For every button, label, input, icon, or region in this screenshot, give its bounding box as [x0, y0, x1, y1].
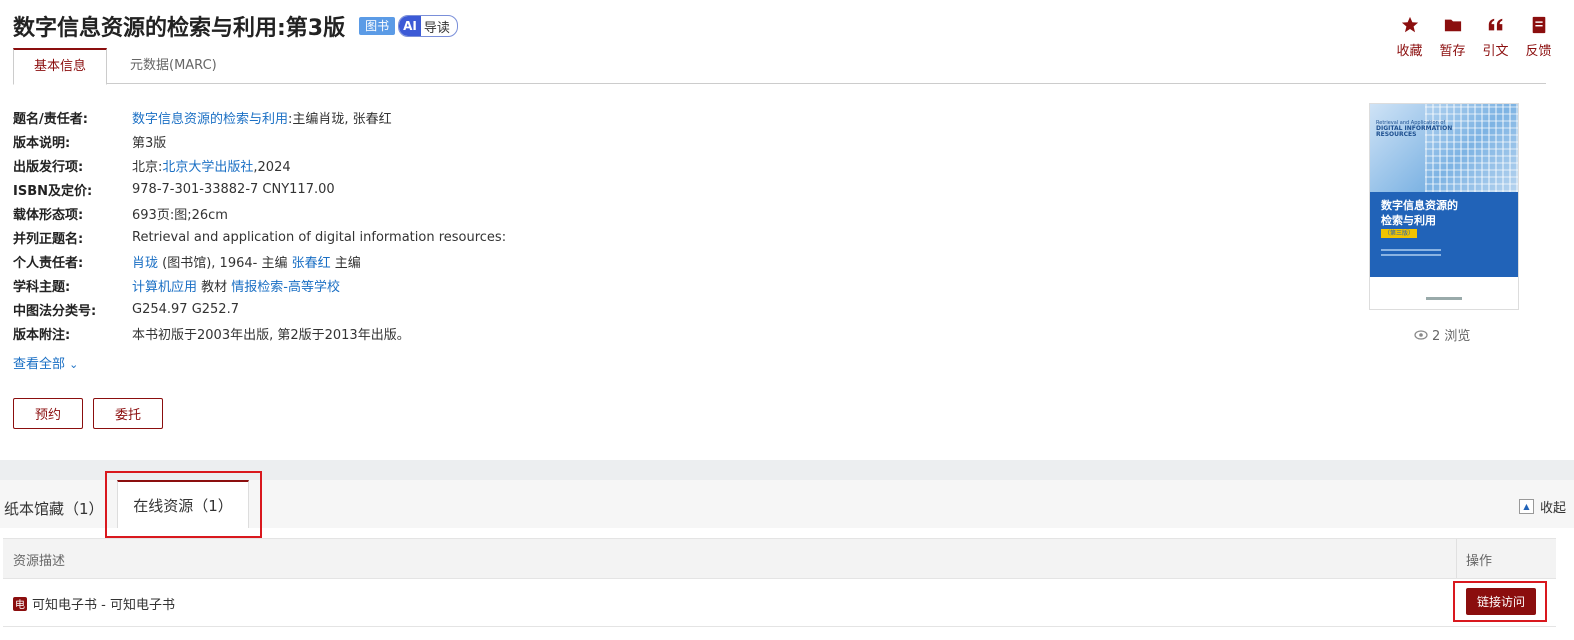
- info-value: G254.97 G252.7: [132, 301, 239, 317]
- cover-cn-line1: 数字信息资源的: [1381, 199, 1458, 212]
- info-label: 版本附注:: [13, 327, 71, 343]
- bib-info: 题名/责任者: 数字信息资源的检索与利用:主编肖珑, 张春红 版本说明: 第3版…: [13, 105, 506, 345]
- info-label: 出版发行项:: [13, 159, 84, 175]
- cover-cn-line2: 检索与利用: [1381, 214, 1436, 227]
- tab-marc[interactable]: 元数据(MARC): [110, 48, 237, 83]
- highlight-online-tab: [105, 471, 262, 538]
- title-row: 数字信息资源的检索与利用:第3版 图书 AI 导读: [13, 10, 458, 42]
- info-row-person: 个人责任者: 肖珑 (图书馆), 1964- 主编 张春红 主编: [13, 249, 506, 273]
- view-count-text: 2 浏览: [1432, 329, 1471, 344]
- publish-place: 北京:: [132, 159, 163, 175]
- info-value: 第3版: [132, 135, 167, 151]
- info-label: 版本说明:: [13, 135, 71, 151]
- entrust-button[interactable]: 委托: [93, 398, 163, 429]
- info-label: 个人责任者:: [13, 255, 84, 271]
- view-all-link[interactable]: 查看全部 ⌄: [13, 353, 78, 372]
- publish-year: ,2024: [253, 159, 291, 175]
- subject-link-1[interactable]: 计算机应用: [132, 280, 197, 295]
- ai-guide-button[interactable]: AI 导读: [398, 15, 458, 37]
- info-value: 北京:北京大学出版社,2024: [132, 156, 291, 175]
- collapse-button[interactable]: ▲ 收起: [1518, 497, 1566, 516]
- info-label: ISBN及定价:: [13, 183, 93, 199]
- info-label: 载体形态项:: [13, 207, 84, 223]
- title-link[interactable]: 数字信息资源的检索与利用: [132, 112, 288, 127]
- info-value: 数字信息资源的检索与利用:主编肖珑, 张春红: [132, 108, 392, 127]
- info-label: 学科主题:: [13, 279, 71, 295]
- cover-edition-tag: （第三版）: [1381, 229, 1418, 238]
- folder-icon: [1444, 19, 1461, 32]
- eye-icon: [1414, 329, 1428, 340]
- cover-english-title: Retrieval and Application of DIGITAL INF…: [1376, 120, 1456, 138]
- cover-chinese-title: 数字信息资源的 检索与利用: [1381, 198, 1458, 228]
- subject-link-2[interactable]: 情报检索-高等学校: [231, 280, 340, 295]
- book-badge: 图书: [359, 17, 396, 35]
- info-value: 肖珑 (图书馆), 1964- 主编 张春红 主编: [132, 252, 361, 271]
- ai-guide-label: 导读: [423, 20, 450, 36]
- ai-badge: AI: [399, 16, 421, 36]
- author-role: 主编: [330, 255, 361, 271]
- feedback-icon: [1532, 16, 1545, 34]
- cover-en-line3: RESOURCES: [1376, 131, 1417, 138]
- info-label: 题名/责任者:: [13, 111, 88, 127]
- info-value: Retrieval and application of digital inf…: [132, 229, 507, 245]
- triangle-up-icon: ▲: [1518, 499, 1534, 514]
- info-value: 计算机应用 教材 情报检索-高等学校: [132, 276, 340, 295]
- collapse-label: 收起: [1539, 501, 1566, 516]
- chevron-down-icon: ⌄: [69, 358, 79, 371]
- col-divider: [1456, 539, 1457, 578]
- author-link-2[interactable]: 张春红: [292, 256, 331, 271]
- view-count: 2 浏览: [1414, 325, 1470, 344]
- detail-tabs: 基本信息 元数据(MARC): [13, 48, 1546, 85]
- info-label: 中图法分类号:: [13, 303, 97, 319]
- info-row-edition: 版本说明: 第3版: [13, 129, 506, 153]
- resource-desc: 电 可知电子书 - 可知电子书: [13, 594, 175, 613]
- tab-paper-holdings[interactable]: 纸本馆藏（1）: [4, 498, 104, 519]
- info-row-note: 版本附注: 本书初版于2003年出版, 第2版于2013年出版。: [13, 321, 506, 345]
- author-text: (图书馆), 1964- 主编: [158, 255, 292, 271]
- table-row: 电 可知电子书 - 可知电子书 链接访问: [3, 578, 1556, 627]
- col-resource-desc: 资源描述: [13, 554, 66, 569]
- title-resp-text: :主编肖珑, 张春红: [288, 111, 392, 127]
- info-label: 并列正题名:: [13, 231, 84, 247]
- info-row-publish: 出版发行项: 北京:北京大学出版社,2024: [13, 153, 506, 177]
- view-all-label: 查看全部: [13, 357, 66, 372]
- resource-desc-text: 可知电子书 - 可知电子书: [32, 598, 175, 613]
- quote-icon: [1488, 18, 1502, 31]
- cover-grid: [1425, 104, 1518, 192]
- reserve-button[interactable]: 预约: [13, 398, 83, 429]
- info-value: 693页:图;26cm: [132, 207, 228, 223]
- info-row-clc: 中图法分类号: G254.97 G252.7: [13, 297, 506, 321]
- ebook-icon: 电: [13, 596, 27, 611]
- info-row-parallel-title: 并列正题名: Retrieval and application of digi…: [13, 225, 506, 249]
- publisher-link[interactable]: 北京大学出版社: [162, 160, 253, 175]
- subject-text: 教材: [197, 279, 232, 295]
- info-value: 978-7-301-33882-7 CNY117.00: [132, 181, 335, 197]
- cover-publisher-logo: [1426, 297, 1462, 300]
- col-operation: 操作: [1466, 554, 1493, 569]
- info-value: 本书初版于2003年出版, 第2版于2013年出版。: [132, 327, 410, 343]
- tab-basic-info[interactable]: 基本信息: [13, 48, 108, 85]
- author-link-1[interactable]: 肖珑: [132, 256, 158, 271]
- info-row-subject: 学科主题: 计算机应用 教材 情报检索-高等学校: [13, 273, 506, 297]
- star-icon: [1401, 16, 1418, 33]
- page-title: 数字信息资源的检索与利用:第3版: [13, 16, 346, 41]
- info-row-physical: 载体形态项: 693页:图;26cm: [13, 201, 506, 225]
- resource-table-header: 资源描述 操作: [3, 538, 1556, 579]
- book-cover[interactable]: Retrieval and Application of DIGITAL INF…: [1369, 103, 1519, 310]
- action-buttons: 预约 委托: [13, 398, 163, 429]
- info-row-isbn: ISBN及定价: 978-7-301-33882-7 CNY117.00: [13, 177, 506, 201]
- highlight-visit-button: [1453, 581, 1547, 622]
- cover-authors: [1381, 249, 1441, 251]
- info-row-title: 题名/责任者: 数字信息资源的检索与利用:主编肖珑, 张春红: [13, 105, 506, 129]
